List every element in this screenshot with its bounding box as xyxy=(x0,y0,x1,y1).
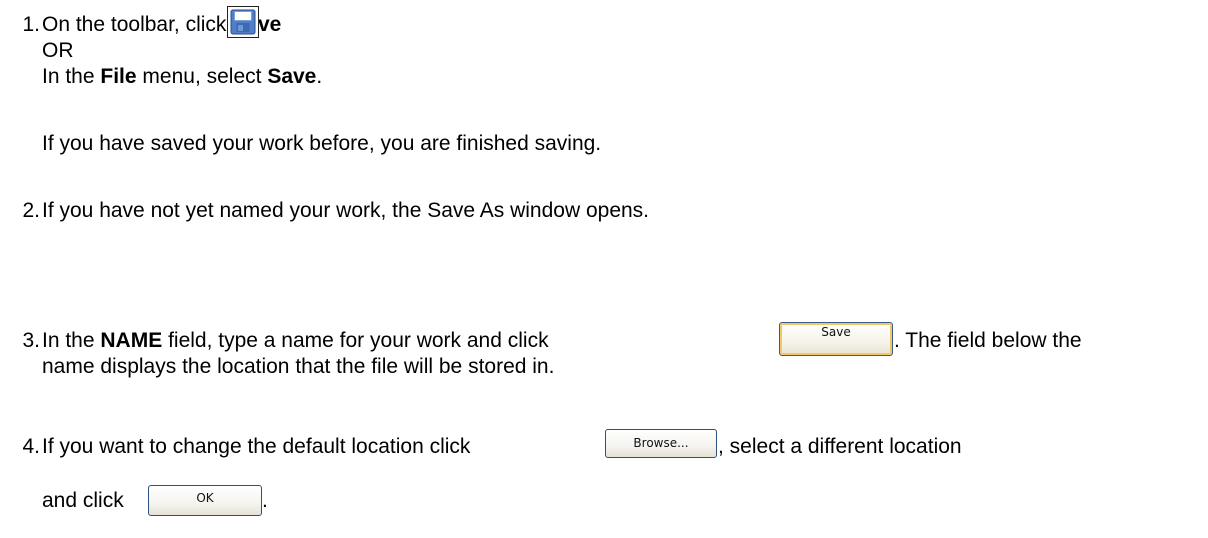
step-1-line-3: In the File menu, select Save. xyxy=(42,64,322,90)
floppy-disk-icon[interactable] xyxy=(227,6,259,38)
step-4-suffix: , select a different location xyxy=(718,435,962,458)
step-4-period: . xyxy=(262,489,268,512)
step-4-line-2: and click xyxy=(42,489,124,512)
step-number: 2. xyxy=(22,199,40,222)
step-text: menu, select xyxy=(136,65,268,88)
step-number: 1. xyxy=(22,13,40,36)
step-4-line-1: If you want to change the default locati… xyxy=(42,435,471,458)
browse-button[interactable]: Browse... xyxy=(605,429,717,458)
step-3-suffix: . The field below the xyxy=(894,329,1082,352)
or-text: OR xyxy=(42,39,74,62)
step-text: In the xyxy=(42,329,101,352)
step-text: . xyxy=(316,65,323,88)
step-2-text: If you have not yet named your work, the… xyxy=(42,199,650,222)
save-button[interactable]: Save xyxy=(779,322,893,356)
step-number: 4. xyxy=(22,435,40,458)
save-label: Save xyxy=(267,65,317,88)
step-number: 3. xyxy=(22,329,40,352)
save-button-label: Save xyxy=(821,325,851,339)
step-1-note: If you have saved your work before, you … xyxy=(42,132,602,155)
step-3-line-1: In the NAME field, type a name for your … xyxy=(42,328,549,354)
file-label: File xyxy=(100,65,137,88)
step-3-line-2: name displays the location that the file… xyxy=(42,355,555,378)
step-text: On the toolbar, click xyxy=(42,13,233,36)
ok-button[interactable]: OK xyxy=(148,485,262,516)
step-text: field, type a name for your work and cli… xyxy=(162,329,549,352)
step-text: In the xyxy=(42,65,101,88)
name-label: NAME xyxy=(100,329,163,352)
